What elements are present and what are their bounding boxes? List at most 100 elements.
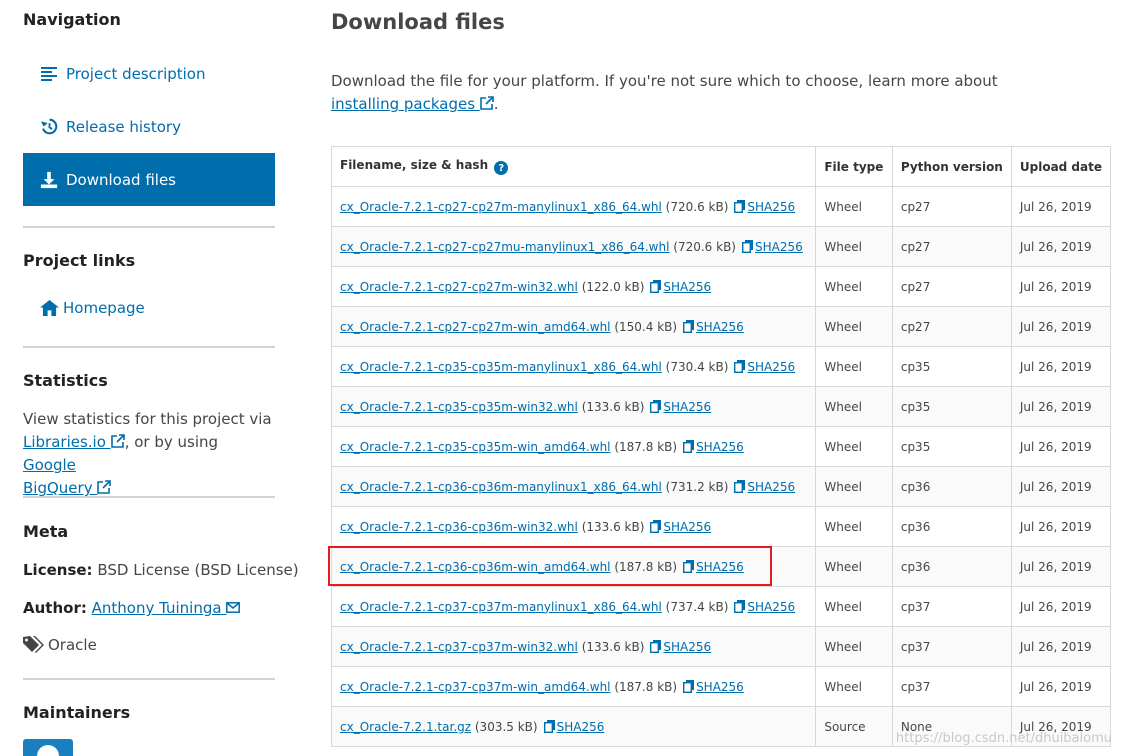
- file-size: (187.8 kB): [614, 679, 678, 694]
- table-row: cx_Oracle-7.2.1-cp35-cp35m-manylinux1_x8…: [330, 346, 1112, 387]
- divider: [23, 226, 275, 228]
- tags-icon: [23, 636, 44, 653]
- project-links-heading: Project links: [23, 251, 136, 270]
- python-version-cell: cp37: [891, 586, 1012, 627]
- table-row: cx_Oracle-7.2.1-cp35-cp35m-win_amd64.whl…: [330, 426, 1112, 467]
- copy-icon: [734, 199, 746, 213]
- homepage-label: Homepage: [63, 298, 145, 317]
- sha256-link[interactable]: SHA256: [650, 399, 712, 414]
- table-row: cx_Oracle-7.2.1-cp37-cp37m-win_amd64.whl…: [330, 666, 1112, 707]
- author-value: Anthony Tuininga: [91, 599, 222, 617]
- sha256-link[interactable]: SHA256: [734, 479, 795, 494]
- sha256-link[interactable]: SHA256: [543, 719, 605, 734]
- sha256-link[interactable]: SHA256: [683, 679, 744, 694]
- sha256-label: SHA256: [556, 719, 605, 734]
- python-version-cell: cp36: [891, 506, 1012, 547]
- sha256-link[interactable]: SHA256: [734, 359, 796, 374]
- file-type-cell: Source: [815, 706, 893, 747]
- nav-label: Project description: [66, 64, 206, 83]
- table-row: cx_Oracle-7.2.1-cp35-cp35m-win32.whl (13…: [330, 386, 1112, 427]
- sha256-label: SHA256: [747, 199, 796, 214]
- file-type-cell: Wheel: [815, 306, 893, 347]
- sha256-link[interactable]: SHA256: [683, 319, 744, 334]
- file-download-link[interactable]: cx_Oracle-7.2.1-cp37-cp37m-win_amd64.whl: [340, 680, 611, 694]
- bigquery-link[interactable]: BigQuery: [23, 479, 112, 497]
- file-size: (122.0 kB): [581, 279, 645, 294]
- filename-cell: cx_Oracle-7.2.1-cp27-cp27m-manylinux1_x8…: [330, 186, 817, 227]
- file-download-link[interactable]: cx_Oracle-7.2.1-cp35-cp35m-win_amd64.whl: [340, 440, 611, 454]
- nav-download-files[interactable]: Download files: [23, 153, 275, 206]
- statistics-heading: Statistics: [23, 371, 108, 390]
- sha256-link[interactable]: SHA256: [650, 519, 711, 534]
- file-type-cell: Wheel: [815, 626, 893, 667]
- filename-cell: cx_Oracle-7.2.1-cp36-cp36m-manylinux1_x8…: [330, 466, 817, 507]
- file-download-link[interactable]: cx_Oracle-7.2.1-cp35-cp35m-manylinux1_x8…: [340, 360, 662, 374]
- file-download-link[interactable]: cx_Oracle-7.2.1-cp27-cp27m-manylinux1_x8…: [340, 200, 662, 214]
- file-download-link[interactable]: cx_Oracle-7.2.1-cp36-cp36m-win32.whl: [340, 520, 578, 534]
- sha256-link[interactable]: SHA256: [734, 599, 796, 614]
- filename-cell: cx_Oracle-7.2.1-cp35-cp35m-win_amd64.whl…: [330, 426, 817, 467]
- sha256-label: SHA256: [663, 399, 712, 414]
- sha256-label: SHA256: [663, 279, 712, 294]
- author-link[interactable]: Anthony Tuininga: [92, 599, 241, 617]
- navigation-heading: Navigation: [23, 10, 121, 29]
- sha256-label: SHA256: [696, 319, 744, 334]
- upload-date-cell: Jul 26, 2019: [1010, 506, 1112, 547]
- sha256-link[interactable]: SHA256: [650, 639, 712, 654]
- filename-cell: cx_Oracle-7.2.1-cp27-cp27m-win32.whl (12…: [330, 266, 817, 307]
- sha256-label: SHA256: [747, 359, 796, 374]
- upload-date-cell: Jul 26, 2019: [1010, 666, 1112, 707]
- file-size: (133.6 kB): [581, 399, 645, 414]
- file-download-link[interactable]: cx_Oracle-7.2.1-cp36-cp36m-manylinux1_x8…: [340, 480, 662, 494]
- file-download-link[interactable]: cx_Oracle-7.2.1-cp37-cp37m-manylinux1_x8…: [340, 600, 662, 614]
- sha256-label: SHA256: [663, 639, 712, 654]
- divider: [23, 346, 275, 348]
- maintainers-heading: Maintainers: [23, 703, 131, 722]
- sha256-label: SHA256: [696, 439, 744, 454]
- python-version-cell: cp36: [891, 546, 1012, 587]
- file-type-cell: Wheel: [815, 506, 893, 547]
- copy-icon: [683, 319, 695, 333]
- question-icon[interactable]: ?: [494, 161, 509, 176]
- copy-icon: [683, 679, 695, 693]
- libraries-io-link[interactable]: Libraries.io: [23, 433, 125, 451]
- file-type-cell: Wheel: [815, 226, 893, 267]
- sha256-label: SHA256: [747, 599, 796, 614]
- file-size: (720.6 kB): [665, 199, 729, 214]
- license-line: License: BSD License (BSD License): [23, 561, 299, 579]
- header-python-version: Python version: [891, 146, 1012, 187]
- installing-packages-link[interactable]: installing packages: [331, 95, 494, 113]
- nav-label: Download files: [66, 170, 176, 189]
- nav-release-history[interactable]: Release history: [23, 100, 275, 153]
- file-download-link[interactable]: cx_Oracle-7.2.1-cp27-cp27m-win32.whl: [340, 280, 578, 294]
- table-row: cx_Oracle-7.2.1-cp27-cp27m-win32.whl (12…: [330, 266, 1112, 307]
- file-download-link[interactable]: cx_Oracle-7.2.1-cp35-cp35m-win32.whl: [340, 400, 578, 414]
- file-download-link[interactable]: cx_Oracle-7.2.1-cp27-cp27m-win_amd64.whl: [340, 320, 611, 334]
- sha256-link[interactable]: SHA256: [683, 439, 744, 454]
- sha256-label: SHA256: [754, 239, 803, 254]
- external-link-icon: [97, 480, 112, 494]
- copy-icon: [650, 519, 662, 533]
- table-row: cx_Oracle-7.2.1-cp37-cp37m-manylinux1_x8…: [330, 586, 1112, 627]
- statistics-text: View statistics for this project via Lib…: [23, 408, 275, 500]
- filename-cell: cx_Oracle-7.2.1-cp36-cp36m-win32.whl (13…: [330, 506, 817, 547]
- table-row: cx_Oracle-7.2.1-cp27-cp27mu-manylinux1_x…: [330, 226, 1112, 267]
- sha256-link[interactable]: SHA256: [650, 279, 712, 294]
- maintainer-avatar[interactable]: [23, 739, 73, 756]
- python-version-cell: cp35: [891, 346, 1012, 387]
- nav-list: Project description Release history Down…: [23, 47, 275, 206]
- sha256-link[interactable]: SHA256: [734, 199, 796, 214]
- file-download-link[interactable]: cx_Oracle-7.2.1-cp37-cp37m-win32.whl: [340, 640, 578, 654]
- file-size: (303.5 kB): [474, 719, 538, 734]
- highlight-box: [328, 546, 772, 586]
- google-link[interactable]: Google: [23, 456, 76, 474]
- sha256-link[interactable]: SHA256: [741, 239, 803, 254]
- homepage-link[interactable]: Homepage: [23, 281, 275, 334]
- file-download-link[interactable]: cx_Oracle-7.2.1.tar.gz: [340, 720, 471, 734]
- watermark: https://blog.csdn.net/dhuibaiomu: [895, 731, 1112, 746]
- nav-project-description[interactable]: Project description: [23, 47, 275, 100]
- file-download-link[interactable]: cx_Oracle-7.2.1-cp27-cp27mu-manylinux1_x…: [340, 240, 669, 254]
- stats-text-1: View statistics for this project via: [23, 410, 272, 428]
- python-version-cell: cp37: [891, 626, 1012, 667]
- copy-icon: [543, 719, 555, 733]
